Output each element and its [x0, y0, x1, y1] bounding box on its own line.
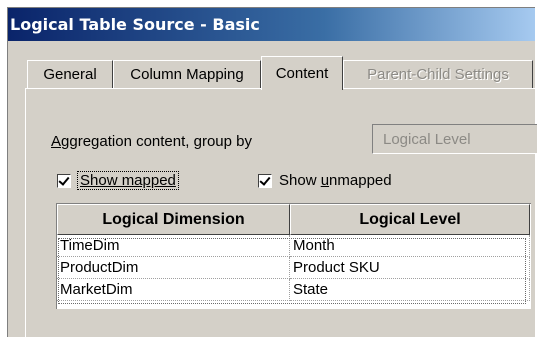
tab-parent-child-settings: Parent-Child Settings — [343, 60, 533, 88]
cell-logical-dimension[interactable]: ProductDim — [57, 257, 290, 279]
aggregation-group-by-value: Logical Level — [383, 130, 471, 148]
title-bar[interactable]: Logical Table Source - Basic — [8, 8, 535, 41]
grid-header-row: Logical Dimension Logical Level — [57, 204, 531, 235]
cell-logical-dimension[interactable]: TimeDim — [57, 235, 290, 257]
tab-column-mapping-label: Column Mapping — [130, 66, 244, 83]
table-row[interactable]: MarketDim State — [57, 279, 531, 301]
tab-content[interactable]: Content — [261, 56, 343, 90]
tab-parent-child-settings-label: Parent-Child Settings — [367, 66, 509, 83]
dimension-level-grid: Logical Dimension Logical Level TimeDim … — [56, 203, 531, 309]
show-unmapped-label[interactable]: Show unmapped — [279, 172, 392, 189]
aggregation-label-text: ggregation content, group by — [61, 133, 252, 150]
cell-logical-level[interactable]: Product SKU — [290, 257, 530, 279]
tab-general[interactable]: General — [27, 60, 113, 88]
table-row[interactable]: ProductDim Product SKU — [57, 257, 531, 279]
tab-column-mapping[interactable]: Column Mapping — [113, 60, 261, 88]
show-unmapped-label-prefix: Show — [279, 172, 321, 189]
aggregation-group-by-select: Logical Level — [372, 124, 537, 154]
show-mapped-label[interactable]: Show mapped — [77, 171, 179, 190]
cell-logical-level[interactable]: Month — [290, 235, 530, 257]
tab-content-label: Content — [275, 65, 329, 82]
tab-general-label: General — [43, 66, 97, 83]
cell-logical-dimension[interactable]: MarketDim — [57, 279, 290, 301]
show-mapped-checkbox[interactable] — [57, 173, 71, 188]
cell-logical-level[interactable]: State — [290, 279, 530, 301]
show-unmapped-checkbox[interactable] — [258, 173, 272, 188]
show-mapped-option[interactable]: Show mapped — [57, 171, 179, 190]
window-title: Logical Table Source - Basic — [10, 15, 260, 34]
show-unmapped-label-rest: nmapped — [329, 172, 392, 189]
table-row[interactable]: TimeDim Month — [57, 235, 531, 257]
show-unmapped-option[interactable]: Show unmapped — [258, 172, 392, 189]
aggregation-label-accelerator: A — [51, 133, 62, 150]
aggregation-content-label: Aggregation content, group by — [51, 133, 252, 150]
column-header-logical-level[interactable]: Logical Level — [290, 204, 530, 235]
show-unmapped-label-accelerator: u — [320, 172, 330, 189]
column-header-logical-dimension[interactable]: Logical Dimension — [57, 204, 290, 235]
